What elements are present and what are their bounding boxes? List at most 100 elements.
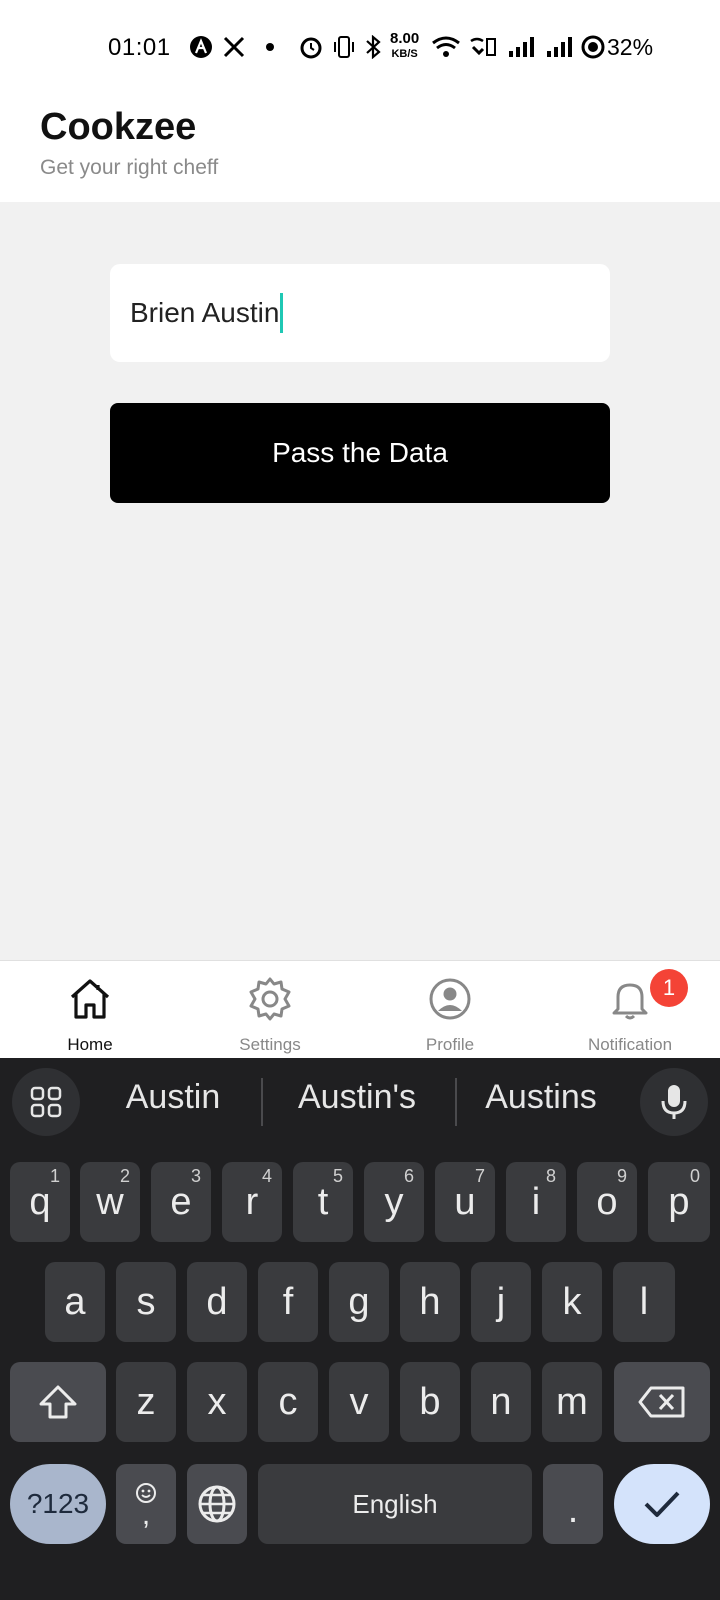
key-p[interactable]: p0 xyxy=(648,1162,710,1242)
key-n[interactable]: n xyxy=(471,1362,531,1442)
key-label: t xyxy=(317,1180,329,1223)
x-icon xyxy=(222,34,246,60)
notification-badge: 1 xyxy=(650,969,688,1007)
app-title: Cookzee xyxy=(40,106,197,148)
home-icon xyxy=(66,975,114,1023)
key-hint: 1 xyxy=(49,1166,60,1186)
key-m[interactable]: m xyxy=(542,1362,602,1442)
key-label: q xyxy=(29,1180,51,1223)
key-j[interactable]: j xyxy=(471,1262,531,1342)
voice-input-button[interactable] xyxy=(640,1068,708,1136)
key-label: i xyxy=(531,1180,541,1223)
microphone-icon xyxy=(661,1085,687,1119)
alarm-icon xyxy=(298,34,324,60)
key-label: u xyxy=(454,1180,476,1223)
key-label: r xyxy=(245,1180,259,1223)
key-q[interactable]: q1 xyxy=(10,1162,70,1242)
key-o[interactable]: o9 xyxy=(577,1162,637,1242)
key-f[interactable]: f xyxy=(258,1262,318,1342)
apps-grid-button[interactable] xyxy=(12,1068,80,1136)
globe-icon xyxy=(198,1485,236,1523)
suggestion-1[interactable]: Austin xyxy=(98,1078,248,1117)
key-hint: 5 xyxy=(332,1166,343,1186)
grid-icon xyxy=(30,1086,62,1118)
bell-icon xyxy=(606,975,654,1023)
user-icon xyxy=(426,975,474,1023)
gear-icon xyxy=(246,975,294,1023)
key-u[interactable]: u7 xyxy=(435,1162,495,1242)
key-t[interactable]: t5 xyxy=(293,1162,353,1242)
status-time: 01:01 xyxy=(108,34,171,61)
shift-key[interactable] xyxy=(10,1362,106,1442)
key-hint: 4 xyxy=(261,1166,272,1186)
enter-key[interactable] xyxy=(614,1464,710,1544)
key-e[interactable]: e3 xyxy=(151,1162,211,1242)
key-hint: 8 xyxy=(545,1166,556,1186)
key-l[interactable]: l xyxy=(613,1262,675,1342)
suggestion-divider xyxy=(455,1078,457,1126)
key-c[interactable]: c xyxy=(258,1362,318,1442)
symbols-key[interactable]: ?123 xyxy=(10,1464,106,1544)
key-w[interactable]: w2 xyxy=(80,1162,140,1242)
battery-percent: 32% xyxy=(607,34,654,60)
key-hint: 9 xyxy=(616,1166,627,1186)
vibrate-icon xyxy=(332,34,356,60)
key-b[interactable]: b xyxy=(400,1362,460,1442)
key-a[interactable]: a xyxy=(45,1262,105,1342)
signal-icon-sim2 xyxy=(544,34,576,60)
nav-label-settings: Settings xyxy=(239,1035,301,1054)
nav-item-profile[interactable]: Profile xyxy=(360,961,540,1059)
key-d[interactable]: d xyxy=(187,1262,247,1342)
nav-item-settings[interactable]: Settings xyxy=(180,961,360,1059)
key-s[interactable]: s xyxy=(116,1262,176,1342)
pass-data-button[interactable]: Pass the Data xyxy=(110,403,610,503)
key-k[interactable]: k xyxy=(542,1262,602,1342)
key-i[interactable]: i8 xyxy=(506,1162,566,1242)
language-key[interactable] xyxy=(187,1464,247,1544)
key-z[interactable]: z xyxy=(116,1362,176,1442)
signal-icon-sim1 xyxy=(506,34,538,60)
shift-icon xyxy=(39,1385,77,1419)
bottom-navigation: Home Settings Profile 1 Notification xyxy=(0,960,720,1058)
nav-item-notification[interactable]: 1 Notification xyxy=(540,961,720,1059)
nav-item-home[interactable]: Home xyxy=(0,961,180,1059)
key-label: y xyxy=(384,1180,404,1223)
app-header: Cookzee Get your right cheff xyxy=(0,90,720,202)
key-x[interactable]: x xyxy=(187,1362,247,1442)
key-label: e xyxy=(170,1180,192,1223)
text-cursor xyxy=(280,293,284,333)
on-screen-keyboard: Austin Austin's Austins q1 w2 e3 r4 t5 y… xyxy=(0,1058,720,1600)
name-input-field[interactable]: Brien Austin xyxy=(110,264,610,362)
suggestion-3[interactable]: Austins xyxy=(466,1078,616,1117)
main-content: Brien Austin Pass the Data xyxy=(0,202,720,960)
emoji-comma-key[interactable]: , xyxy=(116,1464,176,1544)
key-v[interactable]: v xyxy=(329,1362,389,1442)
backspace-key[interactable] xyxy=(614,1362,710,1442)
nav-label-notification: Notification xyxy=(587,1035,673,1054)
key-h[interactable]: h xyxy=(400,1262,460,1342)
key-g[interactable]: g xyxy=(329,1262,389,1342)
app-subtitle: Get your right cheff xyxy=(40,156,219,179)
key-hint: 6 xyxy=(403,1166,414,1186)
wifi-icon xyxy=(430,34,462,60)
key-label: o xyxy=(596,1180,618,1223)
name-input-value: Brien Austin xyxy=(130,297,280,328)
status-bar: 01:01 8.00 KB/S 32% xyxy=(0,0,720,90)
key-label: p xyxy=(668,1180,690,1223)
wifi-calling-icon xyxy=(466,34,500,60)
nav-label-home: Home xyxy=(67,1035,113,1054)
space-key[interactable]: English xyxy=(258,1464,532,1544)
key-r[interactable]: r4 xyxy=(222,1162,282,1242)
nav-label-profile: Profile xyxy=(425,1035,475,1054)
network-speed-unit: KB/S xyxy=(391,48,418,60)
suggestion-2[interactable]: Austin's xyxy=(272,1078,442,1117)
dot-icon xyxy=(262,34,278,60)
checkmark-icon xyxy=(644,1491,680,1517)
period-key[interactable]: . xyxy=(543,1464,603,1544)
battery-icon xyxy=(580,34,606,60)
backspace-icon xyxy=(638,1386,685,1418)
key-hint: 7 xyxy=(474,1166,485,1186)
network-speed: 8.00 KB/S xyxy=(390,31,419,61)
key-y[interactable]: y6 xyxy=(364,1162,424,1242)
bluetooth-icon xyxy=(362,34,384,60)
